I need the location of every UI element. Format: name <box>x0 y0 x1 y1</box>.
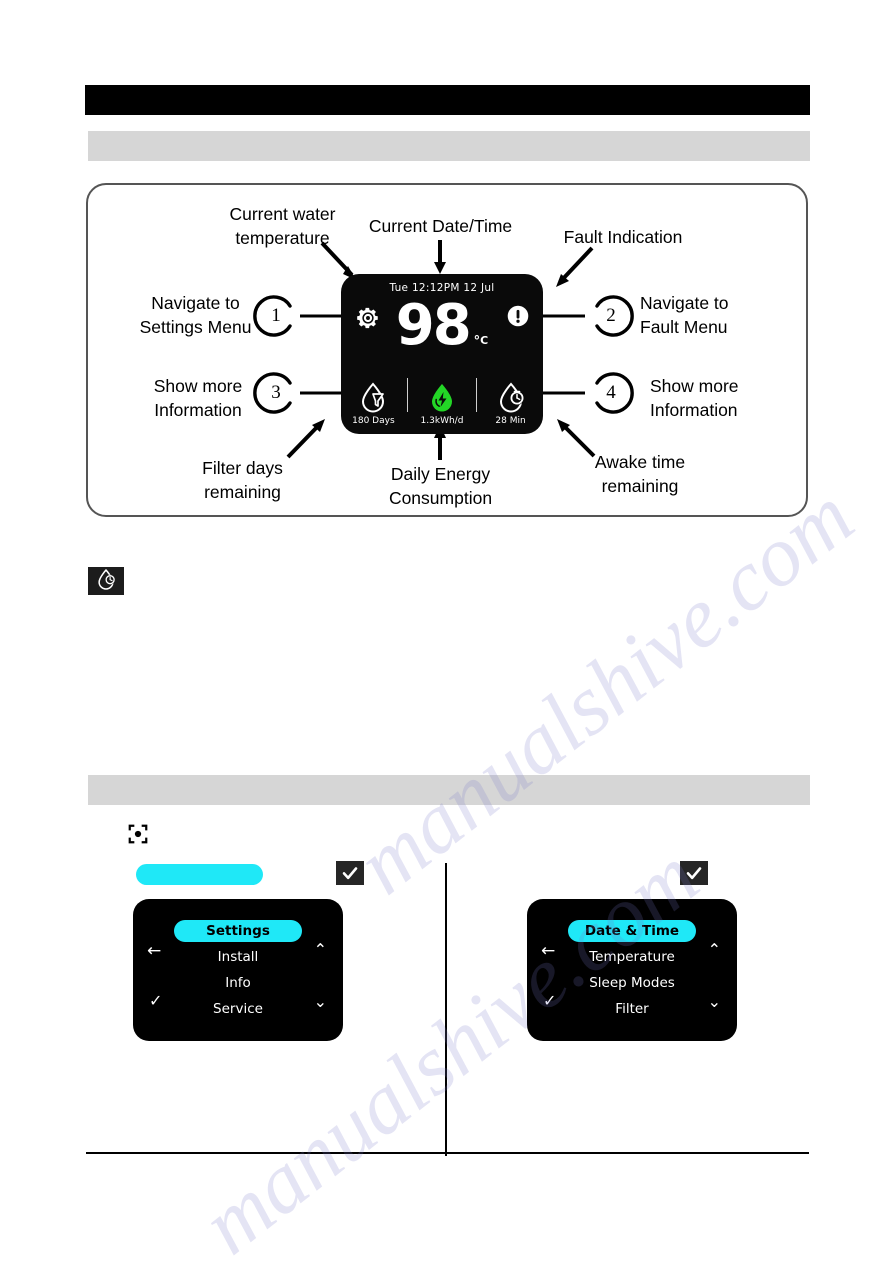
display-stats-row: 180 Days 1.3kWh/d 28 Min <box>341 378 543 426</box>
stats-divider-1 <box>407 378 409 412</box>
inline-awake-icon-chip <box>88 567 124 595</box>
menu-item-filter-label: Filter <box>615 1001 649 1017</box>
menu-item-sleep-modes[interactable]: Sleep Modes <box>527 970 737 996</box>
menu-item-filter[interactable]: Filter <box>527 996 737 1022</box>
water-temperature-readout: 98 °C <box>341 298 543 354</box>
stat-daily-energy-label: 1.3kWh/d <box>420 416 464 426</box>
watermark-text-1: manualshive.com <box>338 467 871 913</box>
callout-current-water-temperature: Current water temperature <box>229 204 336 248</box>
stat-awake-time[interactable]: 28 Min <box>480 381 542 426</box>
callout-show-more-information-right: Show more Information <box>650 376 739 420</box>
settings-menu-screen[interactable]: Settings Install Info Service ← ⌃ ✓ ⌄ <box>133 899 343 1041</box>
subsection-bar-2 <box>88 775 810 805</box>
menu-item-date-time-label: Date & Time <box>568 920 696 942</box>
menu-item-install-label: Install <box>217 949 259 965</box>
subsection-bar-1 <box>88 131 810 161</box>
water-drop-clock-icon <box>496 381 526 413</box>
page-footer-rule <box>86 1152 809 1154</box>
manual-page: Current water temperature Current Date/T… <box>0 0 893 1263</box>
settings-menu-list: Settings Install Info Service <box>133 899 343 1041</box>
menu-item-settings-label: Settings <box>174 920 302 942</box>
callout-fault-indication: Fault Indication <box>563 227 683 247</box>
watermark-text-2: manualshive.com <box>183 827 716 1263</box>
menu-item-date-time[interactable]: Date & Time <box>527 918 737 944</box>
stats-divider-2 <box>475 378 477 412</box>
check-icon-legend-right <box>680 861 708 885</box>
callout-number-4: 4 <box>587 369 635 417</box>
stat-awake-time-label: 28 Min <box>495 416 526 426</box>
callout-navigate-settings-menu: Navigate to Settings Menu <box>139 293 252 337</box>
menu-item-temperature-label: Temperature <box>589 949 675 965</box>
callout-number-3: 3 <box>252 369 300 417</box>
focus-target-icon <box>127 823 149 845</box>
menu-item-service[interactable]: Service <box>133 996 343 1022</box>
callout-number-4-label: 4 <box>606 382 616 403</box>
water-drop-filter-icon <box>358 381 388 413</box>
callout-awake-time-remaining: Awake time remaining <box>594 452 686 496</box>
stat-daily-energy[interactable]: 1.3kWh/d <box>411 381 473 426</box>
stat-filter-days[interactable]: 180 Days <box>342 381 404 426</box>
menu-item-install[interactable]: Install <box>133 944 343 970</box>
water-drop-clock-icon <box>95 568 117 595</box>
callout-number-3-label: 3 <box>271 382 281 403</box>
menu-item-info[interactable]: Info <box>133 970 343 996</box>
callout-number-2: 2 <box>587 292 635 340</box>
menu-item-sleep-modes-label: Sleep Modes <box>589 975 675 991</box>
water-drop-energy-icon <box>427 381 457 413</box>
temperature-value: 98 <box>395 293 472 358</box>
appliance-display-screen[interactable]: Tue 12:12PM 12 Jul 98 °C 180 Days 1.3kWh… <box>341 274 543 434</box>
celsius-letter: C <box>480 334 489 347</box>
menu-panels-divider <box>445 863 447 1156</box>
callout-navigate-fault-menu: Navigate to Fault Menu <box>640 293 729 337</box>
settings-submenu-screen[interactable]: Date & Time Temperature Sleep Modes Filt… <box>527 899 737 1041</box>
menu-item-service-label: Service <box>213 1001 263 1017</box>
temperature-unit: °C <box>474 335 489 348</box>
check-icon-legend-left <box>336 861 364 885</box>
stat-filter-days-label: 180 Days <box>352 416 395 426</box>
menu-item-temperature[interactable]: Temperature <box>527 944 737 970</box>
callout-daily-energy-consumption: Daily Energy Consumption <box>388 464 493 508</box>
menu-item-info-label: Info <box>225 975 251 991</box>
callout-number-1: 1 <box>252 292 300 340</box>
callout-number-2-label: 2 <box>606 305 616 326</box>
callout-filter-days-remaining: Filter days remaining <box>202 458 283 502</box>
menu-item-settings[interactable]: Settings <box>133 918 343 944</box>
callout-current-date-time: Current Date/Time <box>368 216 513 236</box>
section-title-bar-black <box>85 85 810 115</box>
settings-submenu-list: Date & Time Temperature Sleep Modes Filt… <box>527 899 737 1041</box>
selected-item-pill-legend <box>136 864 263 885</box>
callout-number-1-label: 1 <box>271 305 281 326</box>
callout-show-more-information-left: Show more Information <box>153 376 243 420</box>
